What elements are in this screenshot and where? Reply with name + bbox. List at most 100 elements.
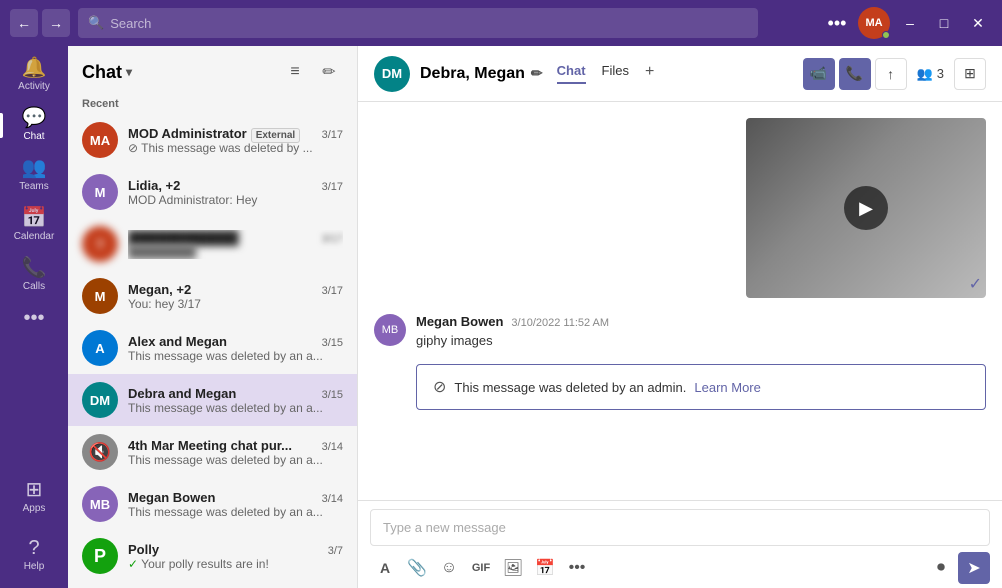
maximize-button[interactable]: □ — [930, 9, 958, 37]
list-item[interactable]: DM Debra and Megan 3/15 This message was… — [68, 374, 357, 426]
tab-chat[interactable]: Chat — [557, 63, 586, 84]
list-item[interactable]: MA MOD AdministratorExternal 3/17 ⊘ This… — [68, 114, 357, 166]
list-item[interactable]: M Lidia, +2 3/17 MOD Administrator: Hey — [68, 166, 357, 218]
search-bar[interactable]: 🔍 — [78, 8, 758, 38]
list-item[interactable]: A Alex and Megan 3/15 This message was d… — [68, 322, 357, 374]
message-sender: Megan Bowen — [416, 314, 503, 329]
sidebar-item-calendar[interactable]: 📅 Calendar — [0, 200, 68, 250]
attach-button[interactable]: 📎 — [402, 554, 432, 582]
sidebar-item-label: Calendar — [14, 231, 55, 242]
participants-button[interactable]: 👥 3 — [911, 62, 950, 86]
deleted-message-text: This message was deleted by an admin. — [454, 380, 686, 395]
nav-buttons: ← → — [10, 9, 70, 37]
video-image: ▶ — [746, 118, 986, 298]
status-dot — [882, 31, 890, 39]
emoji-button[interactable]: ☺ — [434, 554, 464, 582]
play-button[interactable]: ▶ — [844, 186, 888, 230]
sidebar-item-label: Help — [24, 561, 45, 572]
sticker-button[interactable]: 🖼 — [498, 554, 528, 582]
add-tab-button[interactable]: + — [645, 63, 654, 84]
more-options-button[interactable]: ••• — [822, 8, 852, 38]
gif-button[interactable]: GIF — [466, 554, 496, 582]
contact-avatar: DM — [374, 56, 410, 92]
attach-icon: 📎 — [407, 558, 427, 578]
more-options-button[interactable]: ⊞ — [954, 58, 986, 90]
chat-item-content: Megan Bowen 3/14 This message was delete… — [128, 490, 343, 519]
sidebar-item-help[interactable]: ? Help — [0, 530, 68, 580]
sidebar-item-label: Chat — [23, 131, 44, 142]
chat-item-content: Debra and Megan 3/15 This message was de… — [128, 386, 343, 415]
send-button[interactable]: ➤ — [958, 552, 990, 584]
dots-icon: ••• — [569, 559, 586, 577]
emoji-icon: ☺ — [441, 559, 457, 577]
minimize-button[interactable]: – — [896, 9, 924, 37]
checkmark-icon: ✓ — [128, 557, 138, 571]
list-item[interactable]: MB Megan Bowen 3/14 This message was del… — [68, 478, 357, 530]
people-icon: 👥 — [917, 66, 933, 82]
list-item[interactable]: 🔇 4th Mar Meeting chat pur... 3/14 This … — [68, 426, 357, 478]
titlebar-right: ••• MA – □ ✕ — [822, 7, 992, 39]
help-icon: ? — [28, 538, 39, 558]
chat-list-header: Chat ▾ ≡ ✏ — [68, 46, 357, 94]
format-button[interactable]: A — [370, 554, 400, 582]
avatar: M — [82, 278, 118, 314]
gif-icon: GIF — [472, 562, 490, 574]
sidebar-item-apps[interactable]: ⊞ Apps — [0, 472, 68, 522]
video-icon: 📹 — [810, 65, 827, 82]
deleted-icon: ⊘ — [128, 141, 138, 155]
deleted-message-box: ⊘ This message was deleted by an admin. … — [416, 364, 986, 410]
record-button[interactable]: ⏺ — [926, 554, 956, 582]
message-body: Megan Bowen 3/10/2022 11:52 AM giphy ima… — [416, 314, 986, 348]
sidebar-item-activity[interactable]: 🔔 Activity — [0, 50, 68, 100]
send-icon: ➤ — [967, 558, 980, 578]
sidebar-item-label: Calls — [23, 281, 45, 292]
avatar[interactable]: MA — [858, 7, 890, 39]
list-item[interactable]: M Megan, +2 3/17 You: hey 3/17 — [68, 270, 357, 322]
avatar: MB — [82, 486, 118, 522]
message-group: MB Megan Bowen 3/10/2022 11:52 AM giphy … — [374, 314, 986, 348]
message-time: 3/10/2022 11:52 AM — [511, 317, 609, 329]
chat-content: DM Debra, Megan ✏ Chat Files + 📹 📞 ↑ — [358, 46, 1002, 588]
sidebar-item-more[interactable]: ••• — [0, 300, 68, 336]
list-item[interactable]: ? ████████████ 3/17 ████████ — [68, 218, 357, 270]
avatar: 🔇 — [82, 434, 118, 470]
search-input[interactable] — [110, 16, 748, 31]
video-call-button[interactable]: 📹 — [803, 58, 835, 90]
new-chat-button[interactable]: ✏ — [315, 58, 343, 86]
avatar: DM — [82, 382, 118, 418]
chat-item-content: Alex and Megan 3/15 This message was del… — [128, 334, 343, 363]
calls-icon: 📞 — [22, 258, 47, 278]
forward-button[interactable]: → — [42, 9, 70, 37]
main-area: 🔔 Activity 💬 Chat 👥 Teams 📅 Calendar 📞 C… — [0, 46, 1002, 588]
filter-button[interactable]: ≡ — [281, 58, 309, 86]
edit-icon[interactable]: ✏ — [531, 65, 543, 82]
more-icon: ••• — [23, 308, 44, 328]
teams-icon: 👥 — [22, 158, 47, 178]
message-input-box[interactable]: Type a new message — [370, 509, 990, 546]
chat-header-actions: ≡ ✏ — [281, 58, 343, 86]
sidebar-item-chat[interactable]: 💬 Chat — [0, 100, 68, 150]
record-icon: ⏺ — [937, 559, 945, 577]
more-toolbar-button[interactable]: ••• — [562, 554, 592, 582]
sticker-icon: 🖼 — [503, 558, 523, 578]
tab-files[interactable]: Files — [602, 63, 629, 84]
sidebar-item-label: Activity — [18, 81, 50, 92]
input-toolbar: A 📎 ☺ GIF 🖼 📅 ••• — [370, 552, 990, 584]
audio-call-button[interactable]: 📞 — [839, 58, 871, 90]
meet-button[interactable]: 📅 — [530, 554, 560, 582]
chat-icon: 💬 — [22, 108, 47, 128]
sidebar-item-teams[interactable]: 👥 Teams — [0, 150, 68, 200]
avatar: MA — [82, 122, 118, 158]
back-button[interactable]: ← — [10, 9, 38, 37]
avatar: M — [82, 174, 118, 210]
more-icon: ⊞ — [964, 65, 976, 82]
chat-title[interactable]: Chat ▾ — [82, 62, 132, 83]
list-item[interactable]: P Polly 3/7 ✓ Your polly results are in! — [68, 530, 357, 582]
share-button[interactable]: ↑ — [875, 58, 907, 90]
learn-more-link[interactable]: Learn More — [694, 380, 760, 395]
chat-list-panel: Chat ▾ ≡ ✏ Recent MA MOD AdministratorEx… — [68, 46, 358, 588]
video-thumbnail[interactable]: ▶ ✓ — [746, 118, 986, 298]
close-button[interactable]: ✕ — [964, 9, 992, 37]
sidebar-item-calls[interactable]: 📞 Calls — [0, 250, 68, 300]
recent-label: Recent — [68, 94, 357, 114]
